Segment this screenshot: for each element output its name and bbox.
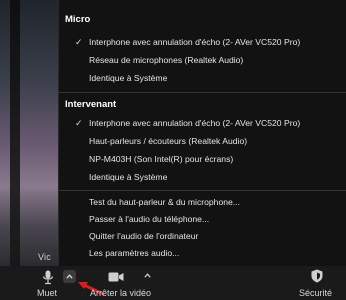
menu-item-leave-computer-audio[interactable]: Quitter l'audio de l'ordinateur [89, 231, 198, 241]
participant-name-label: Vic [38, 252, 51, 262]
menu-item-mic-aver[interactable]: Interphone avec annulation d'écho (2- AV… [89, 37, 300, 47]
menu-item-speaker-same-as-system[interactable]: Identique à Système [89, 172, 167, 182]
stop-video-label[interactable]: Arrêter la vidéo [90, 288, 151, 298]
menu-item-mic-realtek[interactable]: Réseau de microphones (Realtek Audio) [89, 55, 243, 65]
security-label[interactable]: Sécurité [299, 288, 332, 298]
menu-item-mic-same-as-system[interactable]: Identique à Système [89, 73, 167, 83]
audio-options-menu: Micro ✓ Interphone avec annulation d'éch… [58, 0, 346, 266]
menu-divider [59, 92, 346, 93]
menu-item-speaker-np-m403h[interactable]: NP-M403H (Son Intel(R) pour écrans) [89, 154, 233, 164]
menu-item-speaker-aver[interactable]: Interphone avec annulation d'écho (2- AV… [89, 118, 300, 128]
checkmark-icon: ✓ [75, 118, 83, 128]
mute-label[interactable]: Muet [37, 288, 57, 298]
menu-item-test-speaker-mic[interactable]: Test du haut-parleur & du microphone... [89, 197, 240, 207]
chevron-up-icon [66, 274, 73, 279]
video-camera-icon[interactable] [108, 272, 124, 282]
chevron-up-icon[interactable] [144, 273, 151, 278]
microphone-icon[interactable] [42, 270, 54, 285]
menu-divider [59, 190, 346, 191]
menu-item-switch-to-phone-audio[interactable]: Passer à l'audio du téléphone... [89, 214, 209, 224]
intervenant-section-title: Intervenant [65, 99, 117, 110]
menu-item-audio-settings[interactable]: Les paramètres audio... [89, 248, 179, 258]
audio-options-button[interactable] [63, 270, 76, 283]
meeting-toolbar: Muet Arrêter la vidéo Sécurité [0, 266, 346, 300]
menu-item-speaker-realtek[interactable]: Haut-parleurs / écouteurs (Realtek Audio… [89, 136, 247, 146]
participant-video-tile [0, 0, 58, 266]
checkmark-icon: ✓ [75, 37, 83, 47]
video-dark-band [10, 0, 20, 266]
shield-icon[interactable] [311, 269, 323, 283]
micro-section-title: Micro [65, 14, 91, 25]
